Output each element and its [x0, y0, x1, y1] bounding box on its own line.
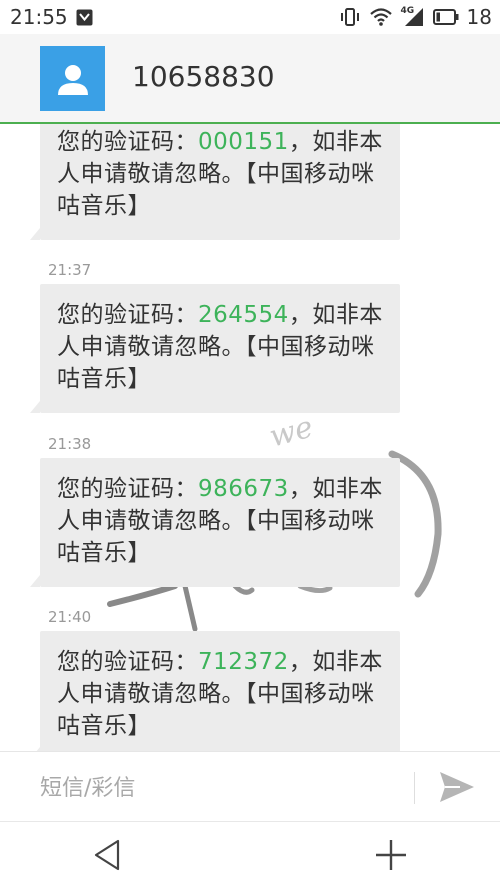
- back-triangle-icon[interactable]: [92, 838, 122, 872]
- plus-icon[interactable]: [374, 838, 408, 872]
- message-timestamp: 21:38: [48, 435, 92, 453]
- message-text: 您的验证码：986673，如非本人申请敬请忽略。【中国移动咪咕音乐】: [57, 476, 383, 566]
- message-composer: 短信/彩信: [0, 751, 500, 822]
- signal-icon: [404, 8, 423, 26]
- message-timestamp: 21:40: [48, 608, 92, 626]
- contact-number[interactable]: 10658830: [132, 60, 275, 93]
- message-input[interactable]: 短信/彩信: [40, 770, 135, 802]
- send-icon[interactable]: [436, 768, 478, 806]
- network-type: 4G: [401, 6, 425, 28]
- wifi-icon: [369, 8, 392, 26]
- status-time: 21:55: [10, 5, 68, 29]
- battery-level: 18: [466, 5, 492, 29]
- message-timestamp: 21:37: [48, 261, 92, 279]
- verification-code[interactable]: 264554: [198, 302, 289, 328]
- message-text: 您的验证码：264554，如非本人申请敬请忽略。【中国移动咪咕音乐】: [57, 302, 383, 392]
- message-bubble[interactable]: 您的验证码：000151，如非本人申请敬请忽略。【中国移动咪咕音乐】: [30, 124, 400, 240]
- verification-code[interactable]: 712372: [198, 649, 289, 675]
- conversation-header: 10658830: [0, 34, 500, 124]
- verification-code[interactable]: 000151: [198, 129, 289, 155]
- message-bubble[interactable]: 您的验证码：264554，如非本人申请敬请忽略。【中国移动咪咕音乐】: [30, 284, 400, 413]
- battery-icon: [432, 9, 459, 25]
- navigation-bar: [0, 821, 500, 889]
- shield-notification-icon: [76, 9, 93, 26]
- status-bar: 21:55 4G 18: [0, 0, 500, 34]
- message-thread[interactable]: we 您的验证码：000151，如非本人申请敬请忽略。【中国移动咪咕音乐】 21…: [0, 124, 500, 751]
- contact-avatar[interactable]: [40, 46, 105, 111]
- message-bubble[interactable]: 您的验证码：712372，如非本人申请敬请忽略。【中国移动咪咕音乐】: [30, 631, 400, 751]
- svg-text:we: we: [266, 410, 317, 455]
- verification-code[interactable]: 986673: [198, 476, 289, 502]
- composer-divider: [414, 772, 415, 804]
- vibrate-icon: [340, 8, 359, 26]
- message-text: 您的验证码：712372，如非本人申请敬请忽略。【中国移动咪咕音乐】: [57, 649, 383, 739]
- message-text: 您的验证码：000151，如非本人申请敬请忽略。【中国移动咪咕音乐】: [57, 129, 383, 219]
- message-bubble[interactable]: 您的验证码：986673，如非本人申请敬请忽略。【中国移动咪咕音乐】: [30, 458, 400, 587]
- person-icon: [57, 64, 88, 95]
